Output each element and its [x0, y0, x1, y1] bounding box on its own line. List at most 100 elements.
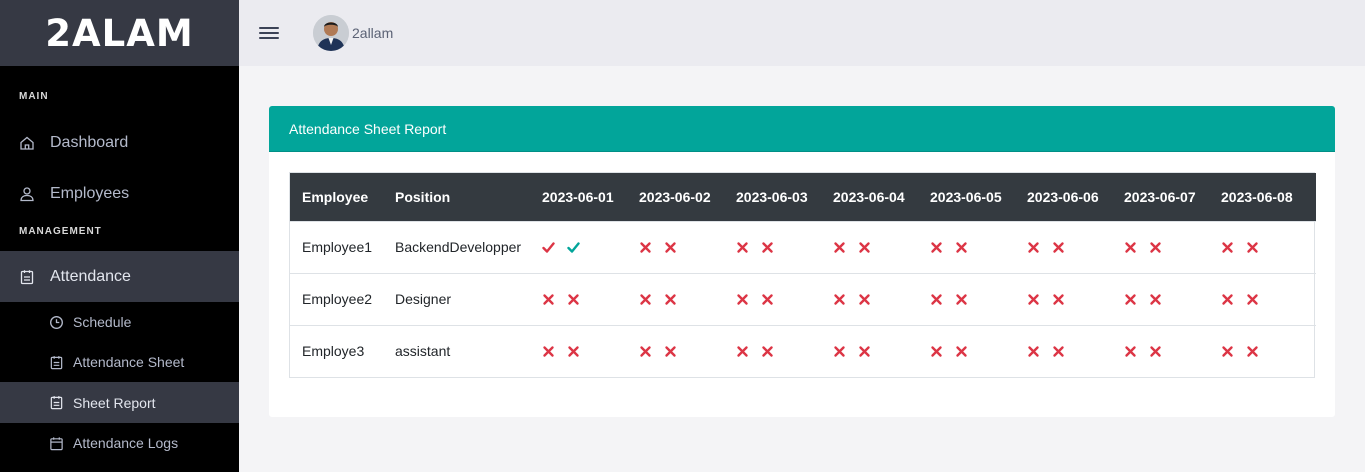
x-icon	[1149, 241, 1162, 254]
x-icon	[639, 293, 652, 306]
attendance-cell	[1112, 221, 1209, 273]
x-icon	[639, 241, 652, 254]
x-icon	[736, 241, 749, 254]
calendar-icon	[49, 436, 64, 451]
avatar[interactable]	[313, 15, 349, 51]
card-title: Attendance Sheet Report	[289, 120, 447, 137]
x-icon	[1124, 293, 1137, 306]
section-label-main: MAIN	[19, 91, 49, 102]
x-icon	[955, 293, 968, 306]
x-icon	[858, 293, 871, 306]
x-icon	[1052, 293, 1065, 306]
employee-cell: Employee2	[302, 291, 373, 307]
attendance-table: Employee Position 2023-06-01 2023-06-02 2023…	[289, 172, 1316, 378]
x-icon	[567, 345, 580, 358]
x-icon	[955, 241, 968, 254]
sidebar-item-label: Attendance	[50, 267, 131, 285]
x-icon	[1221, 241, 1234, 254]
x-icon	[1027, 345, 1040, 358]
x-icon	[664, 241, 677, 254]
x-icon	[955, 345, 968, 358]
x-icon	[1124, 345, 1137, 358]
column-header: 2023-06-03	[736, 188, 808, 205]
column-header: 2023-06-02	[639, 188, 711, 205]
x-icon	[761, 293, 774, 306]
sidebar-item-employees[interactable]: Employees	[0, 168, 239, 219]
x-icon	[1149, 345, 1162, 358]
sidebar-subitem-schedule[interactable]: Schedule	[0, 302, 239, 342]
position-cell: Designer	[395, 291, 452, 307]
x-icon	[1221, 293, 1234, 306]
home-icon	[19, 135, 35, 151]
brand-logo[interactable]: 2ALAM	[0, 0, 239, 66]
card-header: Attendance Sheet Report	[269, 106, 1335, 152]
x-icon	[930, 345, 943, 358]
attendance-cell	[530, 325, 627, 377]
column-header: 2023-06-04	[833, 188, 905, 205]
position-cell: BackendDevelopper	[395, 239, 522, 255]
x-icon	[1027, 241, 1040, 254]
x-icon	[567, 293, 580, 306]
sidebar-subitem-label: Sheet Report	[73, 394, 156, 411]
attendance-cell	[821, 221, 918, 273]
x-icon	[1246, 241, 1259, 254]
attendance-cell	[918, 221, 1015, 273]
attendance-cell	[1209, 325, 1316, 377]
sidebar-subitem-sheet-report[interactable]: Sheet Report	[0, 382, 239, 423]
attendance-cell	[918, 325, 1015, 377]
x-icon	[736, 293, 749, 306]
sidebar-item-dashboard[interactable]: Dashboard	[0, 117, 239, 168]
brand-name: 2ALAM	[45, 11, 194, 55]
x-icon	[761, 241, 774, 254]
attendance-cell	[821, 273, 918, 325]
x-icon	[761, 345, 774, 358]
check-icon	[567, 241, 580, 254]
clipboard-icon	[19, 269, 35, 285]
column-header: 2023-06-08	[1221, 188, 1293, 205]
column-header: Position	[395, 188, 451, 205]
clock-icon	[49, 315, 64, 330]
x-icon	[858, 241, 871, 254]
attendance-cell	[530, 273, 627, 325]
username[interactable]: 2allam	[352, 25, 393, 41]
x-icon	[833, 345, 846, 358]
attendance-cell	[821, 325, 918, 377]
attendance-cell	[627, 273, 724, 325]
sidebar-subitem-attendance-sheet[interactable]: Attendance Sheet	[0, 342, 239, 382]
column-header: 2023-06-07	[1124, 188, 1196, 205]
sidebar-subitem-label: Attendance Sheet	[73, 354, 185, 370]
attendance-cell	[1015, 273, 1112, 325]
table-row: Employee2 Designer	[290, 273, 1316, 325]
sidebar-subitem-label: Attendance Logs	[73, 435, 179, 451]
check-icon	[542, 241, 555, 254]
x-icon	[930, 241, 943, 254]
x-icon	[664, 293, 677, 306]
table-header-row: Employee Position 2023-06-01 2023-06-02 2023…	[290, 173, 1316, 221]
sidebar-item-attendance[interactable]: Attendance	[0, 251, 239, 302]
attendance-cell	[724, 221, 821, 273]
attendance-cell	[1209, 221, 1316, 273]
attendance-cell	[627, 325, 724, 377]
report-card: Attendance Sheet Report Employee Position…	[269, 106, 1335, 417]
x-icon	[1246, 293, 1259, 306]
sidebar-subitem-attendance-logs[interactable]: Attendance Logs	[0, 423, 239, 463]
x-icon	[736, 345, 749, 358]
sidebar-subitem-label: Schedule	[73, 314, 132, 330]
sidebar: 2ALAM MAIN Dashboard Employees MANAGEMEN…	[0, 0, 239, 472]
sidebar-item-label: Employees	[50, 184, 130, 202]
x-icon	[1124, 241, 1137, 254]
x-icon	[1027, 293, 1040, 306]
x-icon	[542, 293, 555, 306]
column-header: Employee	[302, 188, 369, 205]
attendance-cell	[530, 221, 627, 273]
attendance-cell	[724, 325, 821, 377]
x-icon	[542, 345, 555, 358]
attendance-cell	[1112, 273, 1209, 325]
x-icon	[1052, 345, 1065, 358]
menu-icon[interactable]	[259, 25, 279, 41]
x-icon	[1221, 345, 1234, 358]
x-icon	[1052, 241, 1065, 254]
column-header: 2023-06-05	[930, 188, 1002, 205]
employee-cell: Employe3	[302, 343, 365, 360]
x-icon	[1149, 293, 1162, 306]
